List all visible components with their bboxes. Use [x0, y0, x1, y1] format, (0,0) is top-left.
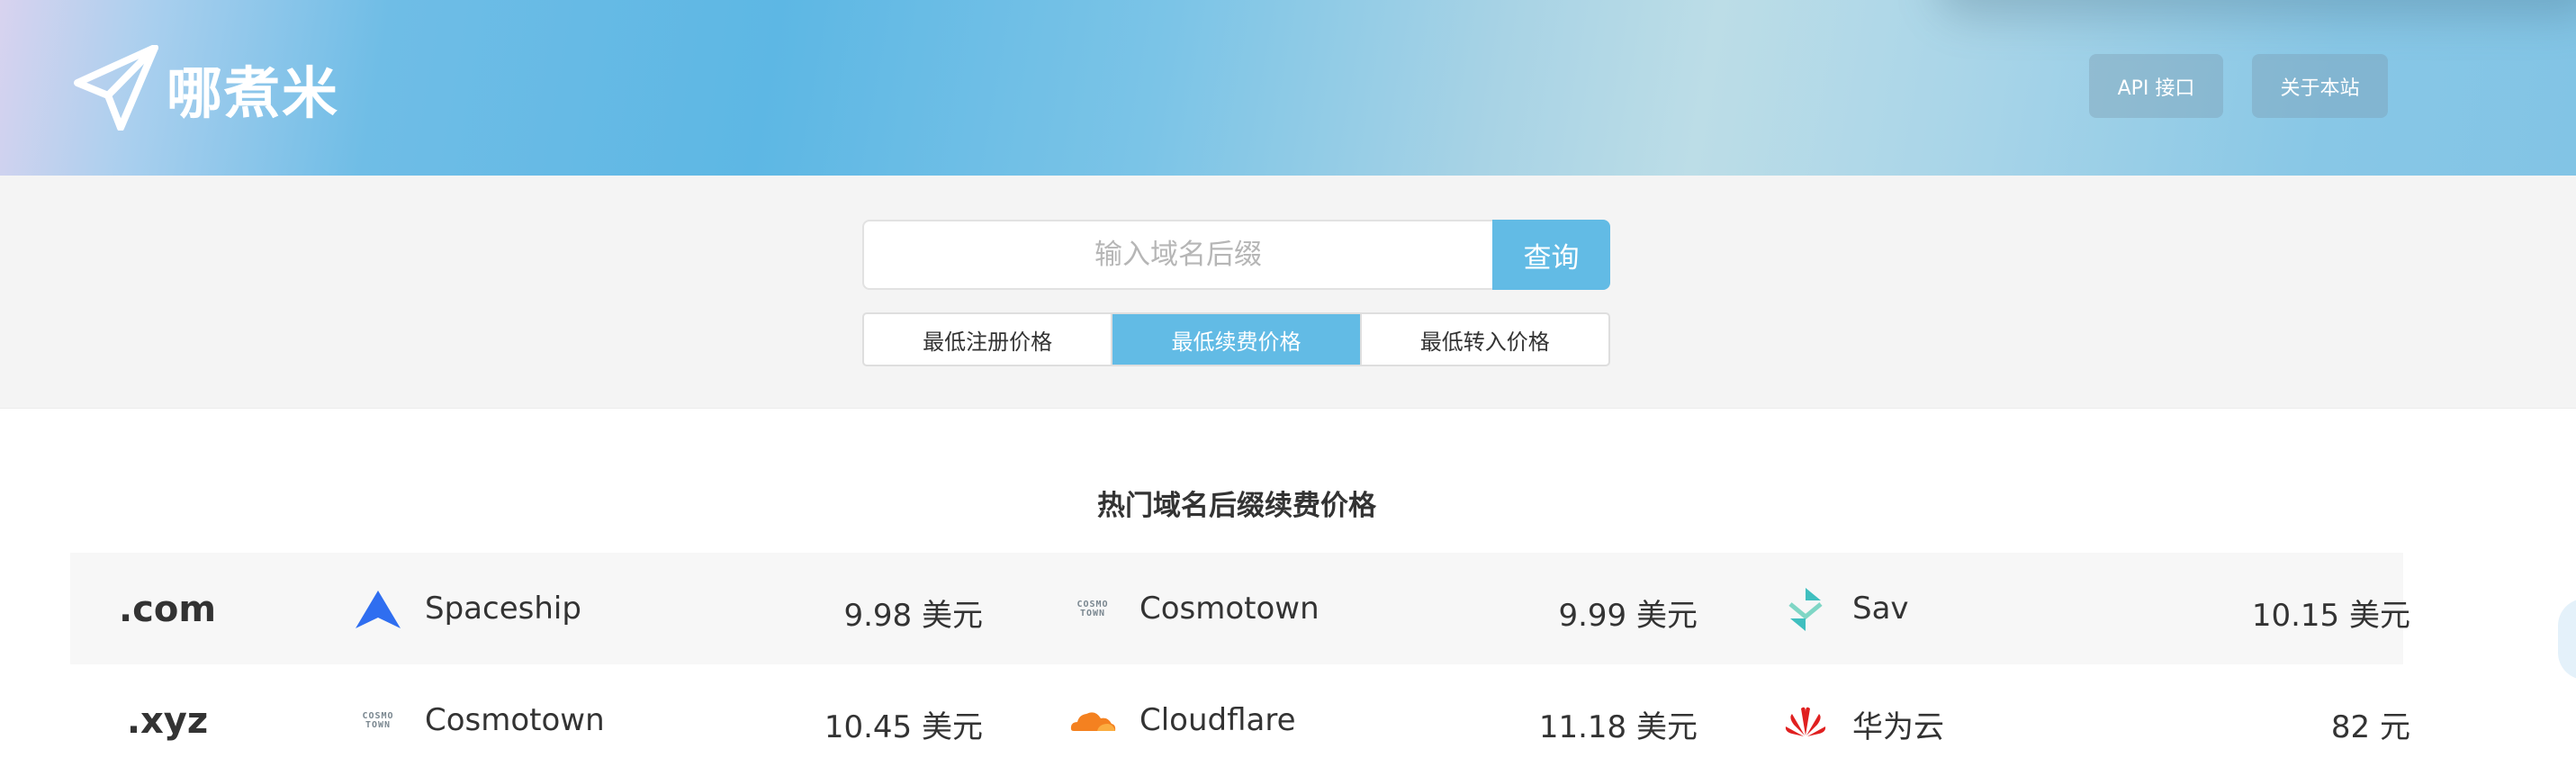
- tld-label[interactable]: .com: [70, 589, 265, 630]
- provider-name: Cloudflare: [1139, 702, 1296, 738]
- search-panel: 输入域名后缀 查询 最低注册价格 最低续费价格 最低转入价格: [0, 176, 2576, 409]
- search-input[interactable]: 输入域名后缀: [862, 220, 1492, 290]
- provider-name: Spaceship: [425, 591, 581, 627]
- price-value: 10.15 美元: [2251, 598, 2410, 634]
- price-type-tabs: 最低注册价格 最低续费价格 最低转入价格: [862, 312, 1610, 366]
- cosmotown-icon: COSMO TOWN: [353, 700, 403, 742]
- table-row: .com Spaceship 9.98 美元 COSMO TOWN Cosmot…: [70, 553, 2410, 664]
- tab-renew-price[interactable]: 最低续费价格: [1112, 314, 1362, 365]
- site-logo[interactable]: 哪煮米: [74, 45, 339, 131]
- about-button[interactable]: 关于本站: [2252, 54, 2388, 118]
- provider-offer[interactable]: COSMO TOWN Cosmotown 10.45 美元: [353, 664, 983, 776]
- tab-register-price[interactable]: 最低注册价格: [864, 314, 1113, 365]
- provider-offer[interactable]: COSMO TOWN Cosmotown 9.99 美元: [1067, 553, 1698, 664]
- brand-name: 哪煮米: [167, 59, 340, 126]
- provider-offer[interactable]: Cloudflare 11.18 美元: [1067, 664, 1698, 776]
- table-row: .xyz COSMO TOWN Cosmotown 10.45 美元 Cloud…: [70, 664, 2410, 776]
- section-title: 热门域名后缀续费价格: [1097, 490, 1376, 522]
- provider-offer[interactable]: Spaceship 9.98 美元: [353, 553, 983, 664]
- cloudflare-icon: [1067, 700, 1118, 742]
- provider-name: Cosmotown: [1139, 591, 1320, 627]
- spaceship-icon: [353, 589, 403, 630]
- header-shadow: [1935, 0, 2576, 18]
- price-value: 9.98 美元: [843, 598, 983, 634]
- cosmotown-icon: COSMO TOWN: [1067, 589, 1118, 630]
- sav-icon: [1780, 588, 1831, 631]
- search-button[interactable]: 查询: [1492, 220, 1610, 290]
- provider-name: Cosmotown: [425, 702, 605, 738]
- site-header: 哪煮米 API 接口 关于本站: [0, 0, 2576, 176]
- provider-offer[interactable]: Sav 10.15 美元: [1780, 553, 2410, 664]
- cosmotown-logo-text: TOWN: [1079, 609, 1106, 618]
- api-button[interactable]: API 接口: [2089, 54, 2223, 118]
- tld-label[interactable]: .xyz: [70, 700, 265, 742]
- paper-plane-icon: [74, 45, 159, 131]
- cosmotown-logo-text: TOWN: [365, 720, 392, 730]
- price-value: 9.99 美元: [1558, 598, 1698, 634]
- provider-offer[interactable]: 华为云 82 元: [1780, 664, 2410, 776]
- huawei-icon: [1780, 700, 1831, 742]
- provider-name: Sav: [1852, 591, 1909, 627]
- tab-transfer-price[interactable]: 最低转入价格: [1362, 314, 1608, 365]
- floating-action-button[interactable]: [2558, 599, 2576, 680]
